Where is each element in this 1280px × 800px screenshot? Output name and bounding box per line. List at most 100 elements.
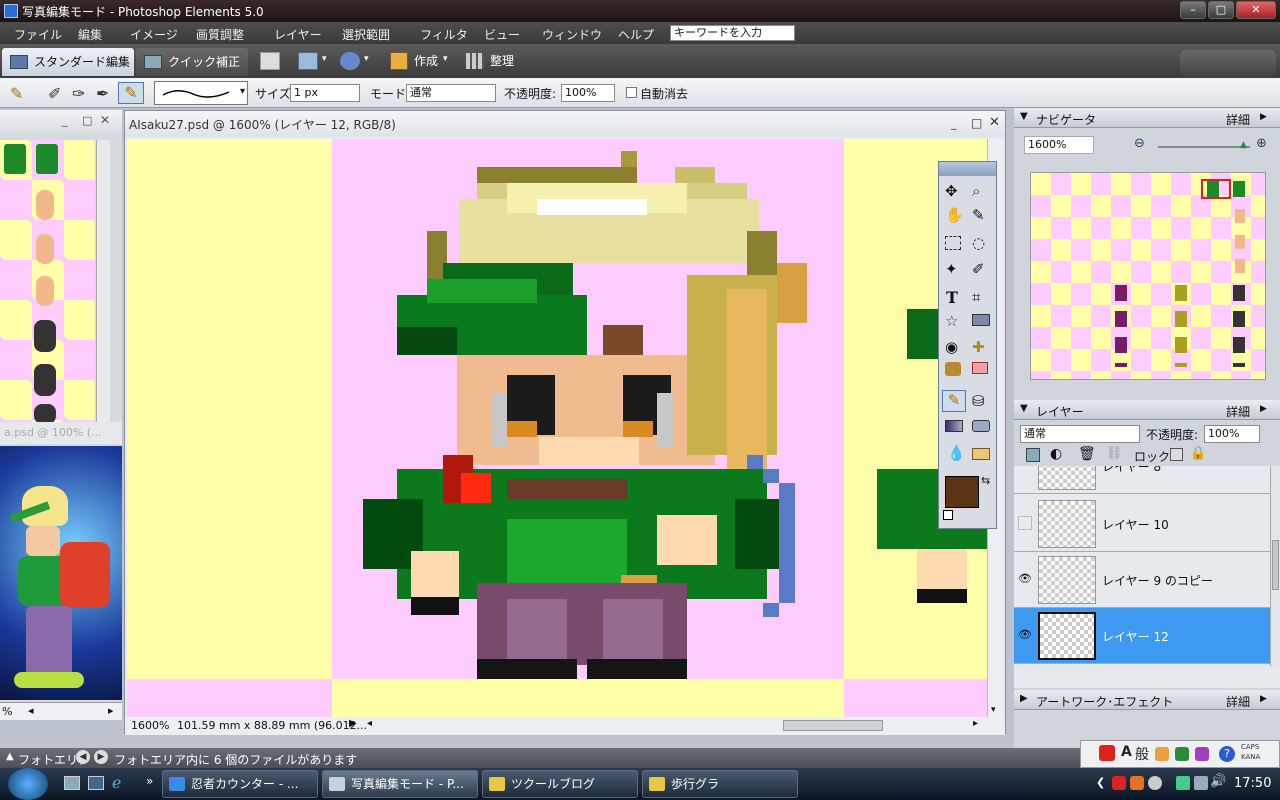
layer-row[interactable]: レイヤー 10 [1014,496,1270,552]
menu-select[interactable]: 選択範囲 [342,26,390,43]
layer-visibility-toggle[interactable] [1018,516,1032,530]
artwork-expand-icon[interactable]: ▶ [1020,693,1028,704]
task-walking-graphics[interactable]: 歩行グラ [642,770,798,798]
create-dropdown-icon[interactable]: ▾ [443,54,448,64]
eyedropper-tool-icon[interactable]: ✎ [972,206,985,224]
left-scroll-right-icon[interactable]: ▸ [108,704,114,717]
zoom-out-icon[interactable]: ⊖ [1134,136,1145,151]
layer-opacity-input[interactable]: 100% [1204,425,1260,443]
artwork-effects-header[interactable]: ▶ アートワーク･エフェクト 詳細 ▶ [1014,690,1280,710]
left-horizontal-scrollbar[interactable]: % ◂ ▸ [0,702,122,720]
move-tool-icon[interactable]: ✥ [945,182,958,200]
menu-enhance[interactable]: 画質調整 [196,26,244,43]
layer-blend-mode-select[interactable]: 通常 [1020,425,1140,443]
menu-file[interactable]: ファイル [14,26,62,43]
pencil-tool-selected-icon[interactable]: ✎ [942,390,966,412]
toolbox-grip[interactable] [939,162,996,176]
pencil-option-icon[interactable]: ✎ [118,82,144,104]
sprite-sheet-thumbnail[interactable] [0,140,95,424]
network-status-icon[interactable] [1194,776,1208,790]
brush-tool-icon[interactable]: ✐ [48,84,66,103]
tray-app-icon[interactable] [1112,776,1126,790]
tab-quick-fix[interactable]: クイック補正 [136,48,248,76]
paint-bucket-icon[interactable]: ⛁ [972,392,985,410]
sponge-tool-icon[interactable] [972,448,990,460]
doc-scroll-down-icon[interactable]: ▾ [991,705,996,715]
adjustment-layer-icon[interactable]: ◐ [1050,446,1062,462]
show-desktop-icon[interactable] [64,776,80,790]
marquee-tool-icon[interactable] [945,236,961,250]
lock-transparency-icon[interactable] [1170,448,1183,461]
ime-tool-icon[interactable] [1175,747,1189,761]
layers-collapse-icon[interactable]: ▼ [1020,403,1028,414]
keyword-search-input[interactable]: キーワードを入力 [670,25,795,41]
tab-standard-edit[interactable]: スタンダード編集 [2,48,134,76]
pixel-art-canvas[interactable] [127,139,987,717]
left-close-icon[interactable]: ✕ [100,113,110,127]
shape-tool-icon[interactable] [972,420,990,432]
menu-layer[interactable]: レイヤー [274,26,322,43]
layers-more-icon[interactable]: ▶ [1260,404,1267,414]
minimize-button[interactable]: – [1180,1,1206,19]
left-maximize-icon[interactable]: □ [82,114,92,127]
doc-status-menu-icon[interactable]: ▶ [349,718,357,729]
organize-icon[interactable] [466,53,484,69]
doc-close-icon[interactable]: ✕ [989,115,1000,130]
ime-icon[interactable] [1099,745,1115,761]
size-input[interactable]: 1 px [290,84,360,102]
share-photo-icon[interactable] [298,52,318,70]
task-ninja-counter[interactable]: 忍者カウンター - ... [162,770,318,798]
email-dropdown-icon[interactable]: ▾ [364,54,369,64]
lasso-tool-icon[interactable]: ◌ [972,234,985,252]
doc-scroll-left-icon[interactable]: ◂ [367,718,372,729]
start-button[interactable] [8,768,48,800]
tray-expand-icon[interactable]: ❮ [1096,776,1105,789]
clock[interactable]: 17:50 [1234,776,1271,791]
left-minimize-icon[interactable]: _ [62,114,68,127]
zoom-slider-thumb[interactable]: ▲ [1240,140,1247,150]
switch-windows-icon[interactable] [88,776,104,790]
menu-help[interactable]: ヘルプ [618,26,654,43]
create-button[interactable]: 作成 [414,52,438,69]
auto-erase-checkbox[interactable] [626,87,637,98]
layers-scroll-thumb[interactable] [1272,540,1279,590]
quicklaunch-more-icon[interactable]: » [146,774,153,788]
navigator-more-icon[interactable]: ▶ [1260,112,1267,122]
gradient-tool-icon[interactable] [945,420,963,432]
doc-horizontal-scroll-thumb[interactable] [783,720,883,731]
menu-filter[interactable]: フィルタ [420,26,468,43]
pencil-tool-icon[interactable]: ✎ [10,84,28,103]
tray-ime-icon[interactable] [1130,776,1144,790]
create-icon[interactable] [390,52,408,70]
ime-mode-icon[interactable]: A [1121,744,1132,760]
foreground-color-swatch[interactable] [945,476,979,508]
next-photo-icon[interactable]: ▶ [94,750,108,764]
swap-colors-icon[interactable]: ⇆ [981,474,990,487]
tray-settings-icon[interactable] [1148,776,1162,790]
opacity-input[interactable]: 100% [561,84,615,102]
doc-zoom-field[interactable]: 1600% [131,719,169,732]
share-dropdown-icon[interactable]: ▾ [322,54,327,64]
organize-button[interactable]: 整理 [490,52,514,69]
left-vertical-scrollbar[interactable] [96,140,110,422]
ime-input-mode[interactable]: 般 [1135,744,1149,764]
navigator-more-button[interactable]: 詳細 [1226,111,1250,128]
delete-layer-icon[interactable]: 🗑 [1078,446,1096,462]
photo-bin-toggle-icon[interactable]: ▲ [6,751,14,762]
clone-stamp-icon[interactable] [945,362,961,376]
navigator-preview[interactable] [1030,172,1266,380]
cookie-cutter-icon[interactable]: ☆ [945,312,958,330]
navigator-header[interactable]: ▼ ナビゲータ 詳細 ▶ [1014,108,1280,128]
doc-scroll-right-icon[interactable]: ▸ [973,718,978,729]
layers-more-button[interactable]: 詳細 [1226,403,1250,420]
new-layer-icon[interactable] [1026,448,1040,462]
type-tool-icon[interactable]: T [946,288,958,307]
doc-minimize-icon[interactable]: _ [951,117,957,130]
print-icon[interactable] [260,52,280,70]
navigator-zoom-input[interactable]: 1600% [1024,136,1094,154]
red-eye-tool-icon[interactable]: ◉ [945,338,958,356]
zoom-slider-track[interactable] [1158,146,1250,148]
character-illustration[interactable] [0,446,122,700]
email-icon[interactable] [340,52,360,70]
blur-tool-icon[interactable]: 💧 [947,444,966,462]
